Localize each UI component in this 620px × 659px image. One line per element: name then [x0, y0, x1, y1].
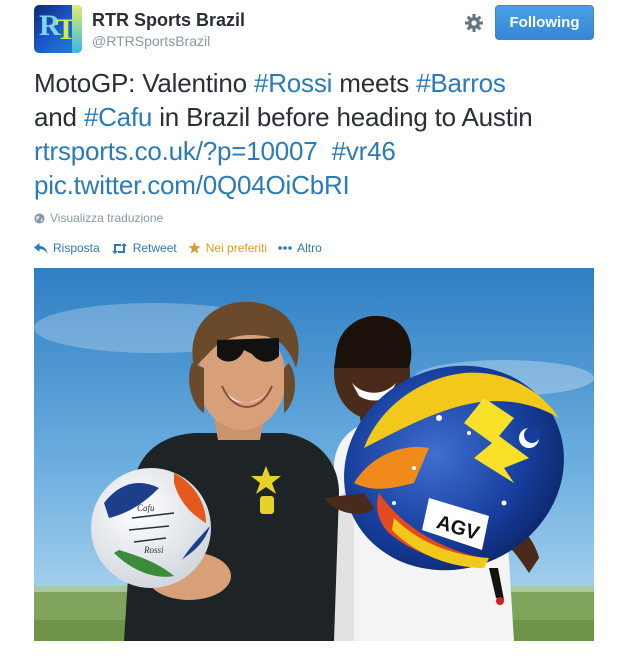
hashtag-cafu-link[interactable]: #Cafu: [84, 102, 153, 132]
tweet-text-segment: in Brazil before heading to Austin: [152, 102, 533, 132]
translate-link[interactable]: Visualizza traduzione: [34, 211, 163, 225]
gear-icon[interactable]: [464, 13, 484, 33]
more-dots-icon: [278, 246, 292, 250]
tweet-text-segment: meets: [332, 68, 417, 98]
pic-link[interactable]: pic.twitter.com/0Q04OiCbRI: [34, 170, 350, 200]
following-button[interactable]: Following: [495, 5, 594, 40]
user-screenname[interactable]: @RTRSportsBrazil: [92, 32, 245, 50]
retweet-icon: [111, 242, 127, 254]
more-button[interactable]: Altro: [278, 241, 322, 255]
translate-label: Visualizza traduzione: [50, 211, 164, 225]
reply-icon: [34, 242, 48, 254]
more-label: Altro: [297, 241, 322, 255]
user-names: RTR Sports Brazil @RTRSportsBrazil: [92, 9, 245, 50]
globe-icon: [34, 212, 45, 224]
tweet-actions: Risposta Retweet Nei preferiti Altro: [34, 241, 333, 255]
avatar[interactable]: R T: [34, 5, 82, 53]
hashtag-vr46-link[interactable]: #vr46: [332, 136, 396, 166]
ball-signature-cafu: Cafu: [137, 503, 155, 513]
ball-signature-rossi: Rossi: [143, 545, 164, 555]
hashtag-barros-link[interactable]: #Barros: [416, 68, 506, 98]
reply-button[interactable]: Risposta: [34, 241, 100, 255]
tweet-photo[interactable]: Cafu Rossi AGV: [34, 268, 594, 641]
star-icon: [188, 242, 201, 254]
hashtag-rossi-link[interactable]: #Rossi: [254, 68, 332, 98]
tweet-text-segment: and: [34, 102, 84, 132]
tweet-text: MotoGP: Valentino #Rossi meets #Barros a…: [34, 66, 604, 202]
reply-label: Risposta: [53, 241, 100, 255]
favorite-label: Nei preferiti: [205, 241, 268, 255]
retweet-button[interactable]: Retweet: [111, 241, 177, 255]
avatar-stripe: [72, 5, 82, 53]
tweet-header: R T RTR Sports Brazil @RTRSportsBrazil F…: [34, 5, 594, 55]
article-link[interactable]: rtrsports.co.uk/?p=10007: [34, 136, 318, 166]
user-fullname[interactable]: RTR Sports Brazil: [92, 9, 245, 31]
tweet-text-segment: MotoGP: Valentino: [34, 68, 254, 98]
retweet-label: Retweet: [132, 241, 177, 255]
favorite-button[interactable]: Nei preferiti: [188, 241, 267, 255]
